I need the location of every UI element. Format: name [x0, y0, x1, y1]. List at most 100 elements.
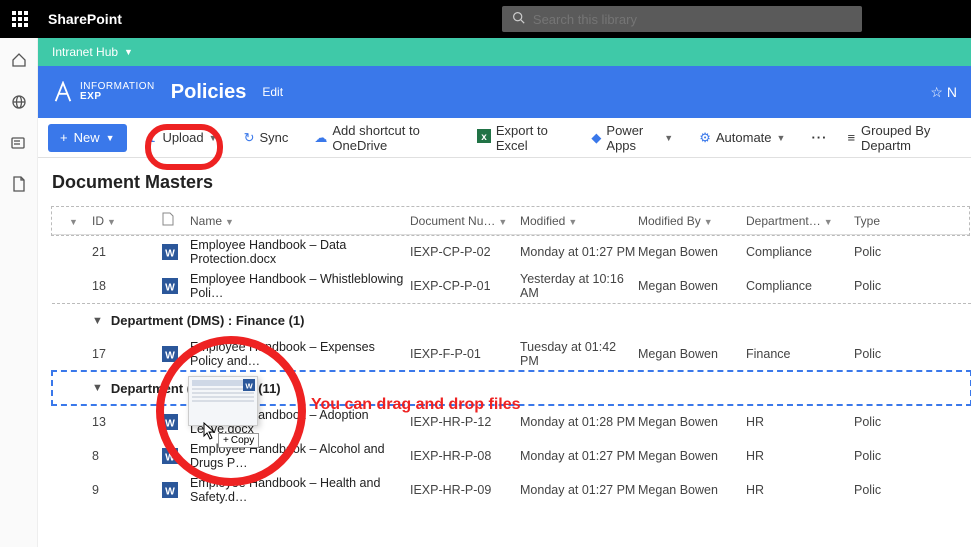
word-icon: W — [162, 346, 178, 362]
news-icon[interactable] — [11, 136, 27, 154]
cell-icon: W — [162, 278, 190, 294]
cell-modifiedby[interactable]: Megan Bowen — [638, 279, 746, 293]
cell-modifiedby[interactable]: Megan Bowen — [638, 483, 746, 497]
cell-id: 18 — [92, 279, 162, 293]
cell-name[interactable]: Employee Handbook – Health and Safety.d… — [190, 476, 410, 504]
cell-name[interactable]: Employee Handbook – Expenses Policy and… — [190, 340, 410, 368]
group-icon: ≡ — [847, 130, 855, 145]
globe-icon[interactable] — [11, 94, 27, 114]
cell-modified: Yesterday at 10:16 AM — [520, 272, 638, 300]
logo-text: INFORMATION EXP — [80, 82, 155, 102]
cell-department: Compliance — [746, 279, 854, 293]
search-icon — [512, 11, 525, 27]
new-button[interactable]: + New ▼ — [48, 124, 127, 152]
sync-button[interactable]: ↻ Sync — [238, 126, 295, 150]
more-button[interactable]: ··· — [805, 126, 833, 149]
automate-icon: ⚙ — [699, 130, 711, 146]
word-icon: W — [162, 448, 178, 464]
hub-label: Intranet Hub — [52, 45, 118, 59]
word-icon: W — [162, 244, 178, 260]
command-bar: + New ▼ ↥ Upload ▼ ↻ Sync ☁ Add shortcut… — [38, 118, 971, 158]
col-docnum[interactable]: Document Nu…▼ — [410, 214, 520, 228]
col-id[interactable]: ID▼ — [92, 214, 162, 228]
col-filetype[interactable] — [162, 212, 190, 229]
cell-modified: Monday at 01:27 PM — [520, 483, 638, 497]
cell-type: Polic — [854, 415, 894, 429]
cell-icon: W — [162, 346, 190, 362]
col-name[interactable]: Name▼ — [190, 214, 410, 228]
cell-docnum: IEXP-F-P-01 — [410, 347, 520, 361]
hub-nav[interactable]: Intranet Hub ▼ — [38, 38, 971, 66]
edit-link[interactable]: Edit — [262, 85, 283, 99]
col-modifiedby[interactable]: Modified By▼ — [638, 214, 746, 228]
word-icon: W — [162, 414, 178, 430]
cell-name[interactable]: Employee Handbook – Alcohol and Drugs P… — [190, 442, 410, 470]
library-title: Document Masters — [52, 172, 971, 193]
cell-docnum: IEXP-CP-P-02 — [410, 245, 520, 259]
table-row[interactable]: 21W Employee Handbook – Data Protection.d… — [52, 235, 971, 269]
cell-name[interactable]: Employee Handbook – Data Protection.docx — [190, 238, 410, 266]
sync-icon: ↻ — [244, 130, 255, 146]
cell-modifiedby[interactable]: Megan Bowen — [638, 449, 746, 463]
powerapps-button[interactable]: ◆ Power Apps ▼ — [585, 119, 679, 157]
svg-text:W: W — [165, 453, 175, 464]
word-icon: W — [162, 278, 178, 294]
cell-name[interactable]: Employee Handbook – Adoption Leave.docx — [190, 408, 410, 436]
site-logo[interactable]: INFORMATION EXP — [52, 81, 155, 103]
export-excel-button[interactable]: x Export to Excel — [471, 119, 572, 157]
cell-docnum: IEXP-HR-P-09 — [410, 483, 520, 497]
powerapps-icon: ◆ — [591, 130, 601, 146]
expand-all[interactable]: ▼ — [52, 214, 92, 228]
search-box[interactable] — [502, 6, 862, 32]
cell-department: HR — [746, 483, 854, 497]
cell-id: 17 — [92, 347, 162, 361]
plus-icon: + — [60, 130, 68, 145]
upload-button[interactable]: ↥ Upload ▼ — [141, 126, 224, 150]
cell-department: HR — [746, 449, 854, 463]
cell-department: Compliance — [746, 245, 854, 259]
cell-type: Polic — [854, 279, 894, 293]
table-row[interactable]: 17W Employee Handbook – Expenses Policy a… — [52, 337, 971, 371]
app-launcher-icon[interactable] — [12, 11, 28, 27]
cell-icon: W — [162, 244, 190, 260]
col-department[interactable]: Department…▼ — [746, 214, 854, 228]
group-header-hr[interactable]: ▼ Department (DMS) : HR (11) — [52, 371, 971, 405]
cell-modified: Monday at 01:27 PM — [520, 449, 638, 463]
cell-type: Polic — [854, 483, 894, 497]
view-groupby[interactable]: ≡ Grouped By Departm — [847, 123, 961, 153]
cell-modifiedby[interactable]: Megan Bowen — [638, 347, 746, 361]
table-row[interactable]: 18W Employee Handbook – Whistleblowing Po… — [52, 269, 971, 303]
cell-name[interactable]: Employee Handbook – Whistleblowing Poli… — [190, 272, 410, 300]
files-icon[interactable] — [12, 176, 26, 196]
app-title: SharePoint — [48, 11, 122, 27]
table-row[interactable]: 9W Employee Handbook – Health and Safety.… — [52, 473, 971, 507]
automate-button[interactable]: ⚙ Automate ▼ — [693, 126, 791, 150]
col-modified[interactable]: Modified▼ — [520, 214, 638, 228]
svg-text:x: x — [481, 132, 487, 143]
cell-id: 9 — [92, 483, 162, 497]
chevron-down-icon: ▼ — [777, 133, 786, 143]
home-icon[interactable] — [11, 52, 27, 72]
cell-docnum: IEXP-HR-P-12 — [410, 415, 520, 429]
cell-id: 21 — [92, 245, 162, 259]
add-shortcut-button[interactable]: ☁ Add shortcut to OneDrive — [308, 119, 456, 157]
table-header: ▼ ID▼ Name▼ Document Nu…▼ Modified▼ Modi… — [52, 207, 969, 235]
excel-icon: x — [477, 129, 491, 146]
cell-modified: Monday at 01:27 PM — [520, 245, 638, 259]
cell-modified: Tuesday at 01:42 PM — [520, 340, 638, 368]
table-row[interactable]: 13WEmployee Handbook – Adoption Leave.do… — [52, 405, 971, 439]
logo-icon — [52, 81, 74, 103]
site-header: INFORMATION EXP Policies Edit ☆ N — [38, 66, 971, 118]
svg-text:W: W — [165, 283, 175, 294]
suite-header: SharePoint — [0, 0, 971, 38]
svg-text:W: W — [165, 487, 175, 498]
col-type[interactable]: Type — [854, 214, 894, 228]
cell-docnum: IEXP-CP-P-01 — [410, 279, 520, 293]
group-header-finance[interactable]: ▼ Department (DMS) : Finance (1) — [52, 303, 971, 337]
follow-button[interactable]: ☆ N — [930, 84, 957, 101]
cell-modifiedby[interactable]: Megan Bowen — [638, 415, 746, 429]
table-row[interactable]: 8WEmployee Handbook – Alcohol and Drugs … — [52, 439, 971, 473]
cell-icon: W — [162, 448, 190, 464]
search-input[interactable] — [533, 12, 852, 27]
cell-modifiedby[interactable]: Megan Bowen — [638, 245, 746, 259]
